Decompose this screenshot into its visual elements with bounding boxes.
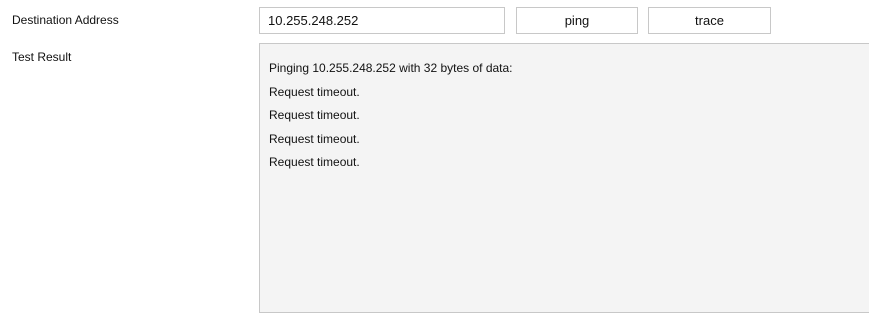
result-line: Request timeout. bbox=[269, 155, 360, 169]
destination-address-label: Destination Address bbox=[12, 13, 119, 27]
ping-button[interactable]: ping bbox=[516, 7, 638, 34]
result-line: Pinging 10.255.248.252 with 32 bytes of … bbox=[269, 61, 513, 75]
result-line: Request timeout. bbox=[269, 131, 360, 146]
test-result-output[interactable]: Pinging 10.255.248.252 with 32 bytes of … bbox=[259, 43, 869, 313]
result-line: Request timeout. bbox=[269, 84, 360, 99]
test-result-label: Test Result bbox=[12, 50, 72, 64]
destination-address-input[interactable] bbox=[259, 7, 505, 34]
result-line: Request timeout. bbox=[269, 108, 360, 122]
trace-button[interactable]: trace bbox=[648, 7, 771, 34]
